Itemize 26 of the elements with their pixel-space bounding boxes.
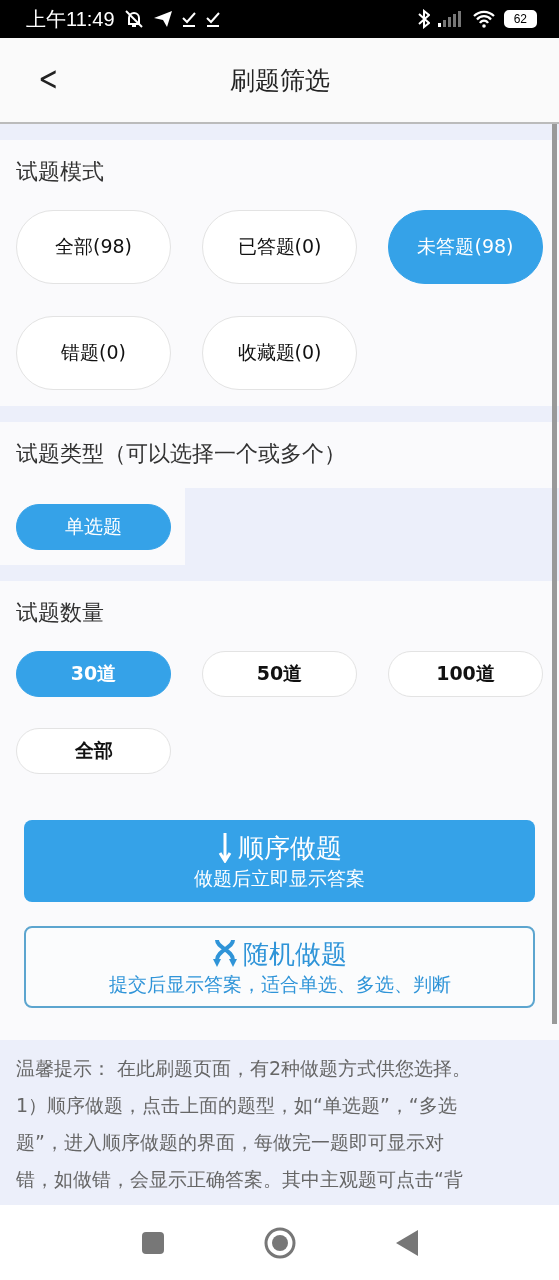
check-icon [204,11,221,27]
section-title: 试题类型（可以选择一个或多个） [16,440,347,468]
check-icon [180,11,197,27]
battery-indicator: 62 [503,10,537,28]
wifi-icon [471,10,496,28]
mode-option-button[interactable]: 错题(0) [16,316,171,390]
signal-icon [437,11,464,27]
section-title: 试题模式 [16,158,105,186]
mode-option-button[interactable]: 全部(98) [16,210,171,284]
send-icon [152,10,173,28]
count-option-button[interactable]: 50道 [202,651,357,697]
mode-option-button[interactable]: 收藏题(0) [202,316,357,390]
bluetooth-icon [417,9,430,29]
home-icon[interactable] [263,1226,296,1259]
recent-apps-icon[interactable] [141,1231,164,1254]
status-time: 上午11:49 [26,6,115,32]
section-title: 试题数量 [16,599,105,627]
mode-option-button[interactable]: 已答题(0) [202,210,357,284]
back-icon[interactable] [395,1229,418,1256]
muted-bell-icon [122,9,145,29]
count-option-button[interactable]: 100道 [388,651,543,697]
page-title: 刷题筛选 [229,64,330,97]
back-button[interactable]: < [35,58,61,98]
tip-text: 温馨提示： 在此刷题页面，有2种做题方式供您选择。 1）顺序做题，点击上面的题型，如“单选题”，“多选 题”，进入顺序做题的界面，每做完一题即可显示对 错，如做错，会显示正确答案。其中主观题可点击“背 [16,1056,473,1192]
count-option-button[interactable]: 全部 [16,728,171,774]
down-arrow-icon [217,833,232,863]
